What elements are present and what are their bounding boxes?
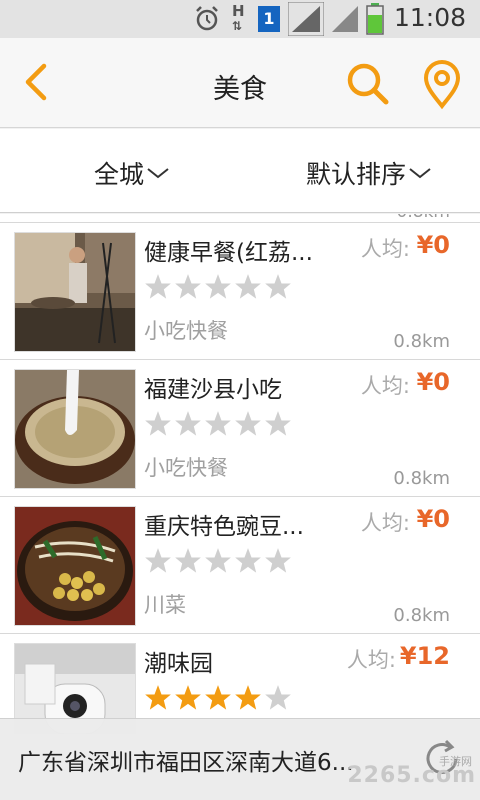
star-empty-icon [145, 411, 171, 436]
star-empty-icon [235, 274, 261, 299]
average-label: 人均: [360, 374, 410, 398]
restaurant-list[interactable]: 0.8km 健康早餐(红荔... 人均: ¥0 小吃快餐 0.8 [0, 214, 480, 734]
star-empty-icon [235, 548, 261, 573]
filter-bar: 全城 默认排序 [0, 129, 480, 213]
status-bar: H ⇅ 1 11:08 [0, 0, 480, 38]
restaurant-distance: 0.8km [393, 468, 450, 489]
star-empty-icon [265, 411, 291, 436]
location-pin-icon[interactable] [420, 60, 464, 110]
average-price: ¥12 [399, 642, 450, 670]
star-empty-icon [175, 274, 201, 299]
restaurant-category: 川菜 [144, 593, 186, 617]
battery-icon [366, 3, 384, 35]
star-empty-icon [175, 411, 201, 436]
average-label: 人均: [346, 648, 396, 672]
restaurant-distance: 0.8km [393, 605, 450, 626]
restaurant-photo [14, 506, 136, 626]
star-empty-icon [265, 685, 291, 710]
city-filter-label: 全城 [94, 160, 145, 189]
star-filled-icon [235, 685, 261, 710]
list-item[interactable]: 福建沙县小吃 人均: ¥0 小吃快餐 0.8km [0, 359, 480, 496]
average-label: 人均: [360, 511, 410, 535]
restaurant-name: 健康早餐(红荔... [144, 240, 313, 266]
search-icon[interactable] [344, 60, 390, 106]
star-empty-icon [145, 274, 171, 299]
star-empty-icon [205, 548, 231, 573]
chevron-down-icon [147, 168, 169, 179]
network-type-icon: H ⇅ [232, 2, 245, 34]
rating-stars [144, 410, 294, 438]
star-filled-icon [205, 685, 231, 710]
restaurant-photo [14, 369, 136, 489]
star-empty-icon [265, 274, 291, 299]
signal-icon [288, 2, 324, 36]
restaurant-category: 小吃快餐 [144, 456, 228, 480]
rating-stars [144, 547, 294, 575]
clock: 11:08 [393, 3, 466, 32]
signal-2-icon [332, 6, 358, 32]
restaurant-distance: 0.8km [393, 331, 450, 352]
restaurant-photo [14, 232, 136, 352]
current-address-bar: 广东省深圳市福田区深南大道6... 手游网 2265.com [0, 718, 480, 800]
star-empty-icon [235, 411, 261, 436]
star-filled-icon [145, 685, 171, 710]
star-empty-icon [265, 548, 291, 573]
restaurant-category: 小吃快餐 [144, 319, 228, 343]
average-price: ¥0 [416, 368, 450, 396]
rating-stars [144, 273, 294, 301]
city-filter-dropdown[interactable]: 全城 [94, 155, 170, 191]
restaurant-name: 潮味园 [144, 651, 213, 677]
star-empty-icon [175, 548, 201, 573]
average-price: ¥0 [416, 231, 450, 259]
star-empty-icon [145, 548, 171, 573]
star-filled-icon [175, 685, 201, 710]
average-label: 人均: [360, 237, 410, 261]
list-item[interactable]: 健康早餐(红荔... 人均: ¥0 小吃快餐 0.8km [0, 222, 480, 359]
star-empty-icon [205, 274, 231, 299]
sort-dropdown[interactable]: 默认排序 [306, 155, 432, 191]
previous-item-distance: 0.8km [397, 214, 450, 222]
restaurant-name: 福建沙县小吃 [144, 377, 282, 403]
list-item[interactable]: 重庆特色豌豆... 人均: ¥0 川菜 0.8km [0, 496, 480, 633]
restaurant-name: 重庆特色豌豆... [144, 514, 304, 540]
star-empty-icon [205, 411, 231, 436]
average-price: ¥0 [416, 505, 450, 533]
app-header: 美食 [0, 38, 480, 128]
chevron-down-icon [409, 168, 431, 179]
rating-stars [144, 684, 294, 712]
watermark: 2265.com [347, 763, 476, 788]
alarm-icon [196, 6, 218, 31]
sort-label: 默认排序 [306, 160, 407, 189]
page-title: 美食 [213, 74, 267, 105]
sim-icon: 1 [258, 6, 280, 32]
